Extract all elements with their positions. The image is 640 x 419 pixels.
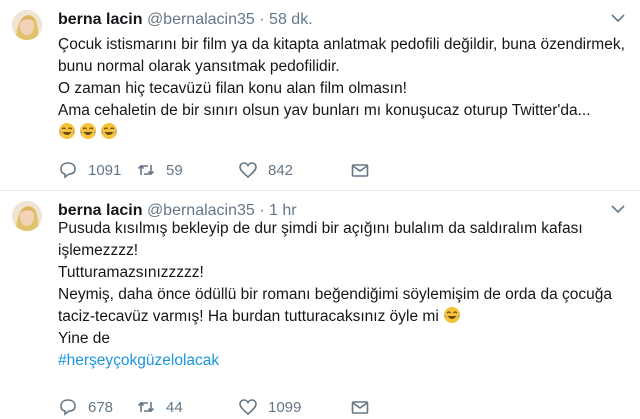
user-handle[interactable]: @bernalacin35 [147,11,255,28]
user-handle[interactable]: @bernalacin35 [147,202,255,219]
reply-count: 678 [88,398,114,416]
chevron-down-icon[interactable] [610,12,626,24]
dm-button[interactable] [350,160,380,180]
retweet-icon [137,164,155,176]
timestamp[interactable]: 1 hr [269,202,297,219]
like-icon [239,162,257,179]
like-count: 842 [268,161,294,179]
tweet[interactable]: berna lacin @bernalacin35 · 1 hr Pusuda … [0,190,640,416]
chevron-down-icon[interactable] [610,203,626,215]
tweet-line: Çocuk istismarını bir film ya da kitapta… [58,36,625,53]
retweet-count: 59 [166,161,183,179]
display-name[interactable]: berna lacin [58,202,142,219]
emoji-row [58,122,628,144]
laughing-tears-emoji [59,123,75,139]
avatar[interactable] [12,10,42,40]
dm-button[interactable] [350,397,380,417]
separator-dot: · [259,202,265,219]
tweet-line: taciz-tecavüz varmış! Ha burdan tutturac… [58,308,439,325]
tweet-line: Ama cehaletin de bir sınırı olsun yav bu… [58,102,591,119]
like-icon [239,399,257,416]
tweet-line: Pusuda kısılmış bekleyip de dur şimdi bi… [58,220,583,237]
timestamp[interactable]: 58 dk. [269,11,313,28]
retweet-count: 44 [166,398,183,416]
dm-icon [351,164,369,177]
reply-icon [60,399,76,416]
retweet-button[interactable]: 44 [136,397,183,417]
like-button[interactable]: 842 [238,160,293,180]
separator-dot: · [259,11,265,28]
like-count: 1099 [268,398,302,416]
hashtag-link[interactable]: #herşeyçokgüzelolacak [58,352,219,369]
tweet-text: Pusuda kısılmış bekleyip de dur şimdi bi… [58,218,628,372]
reply-icon [60,162,76,179]
tweet-line: Neymiş, daha önce ödüllü bir romanı beğe… [58,286,612,303]
tweet-line: Tutturamazsınızzzzz! [58,264,204,281]
laughing-tears-emoji [80,123,96,139]
hashtag-line: #herşeyçokgüzelolacak [58,350,628,372]
tweet-header: berna lacin @bernalacin35 · 58 dk. [58,11,313,29]
reply-button[interactable]: 1091 [58,160,121,180]
reply-count: 1091 [88,161,122,179]
tweet-text: Çocuk istismarını bir film ya da kitapta… [58,34,628,144]
laughing-tears-emoji [444,307,461,323]
tweet-line: Yine de [58,330,110,347]
dm-icon [351,401,369,414]
laughing-tears-emoji [101,123,117,139]
tweet-line: O zaman hiç tecavüzü filan konu alan fil… [58,80,407,97]
tweet-line-with-emoji: taciz-tecavüz varmış! Ha burdan tutturac… [58,306,628,328]
tweet-line: işlemezzzz! [58,242,139,259]
display-name[interactable]: berna lacin [58,11,142,28]
tweet-line: bunu normal olarak yansıtmak pedofilidir… [58,58,340,75]
avatar[interactable] [12,201,42,231]
reply-button[interactable]: 678 [58,397,113,417]
retweet-button[interactable]: 59 [136,160,183,180]
retweet-icon [137,401,155,413]
like-button[interactable]: 1099 [238,397,301,417]
tweet[interactable]: berna lacin @bernalacin35 · 58 dk. Çocuk… [0,0,640,190]
